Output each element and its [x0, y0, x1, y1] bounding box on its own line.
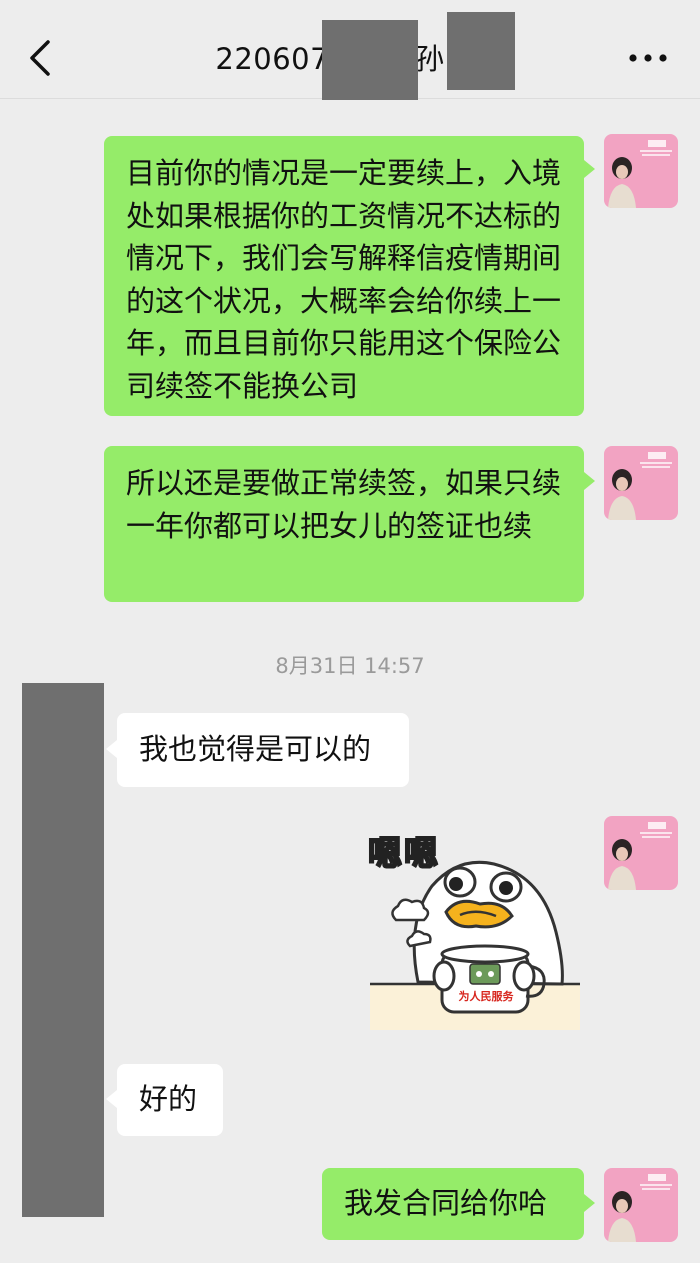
sticker-duck[interactable]: 嗯嗯 为人民服务: [366, 812, 582, 1032]
chat-title-suffix: 孙: [415, 42, 445, 76]
sticker-cup-label: 为人民服务: [458, 990, 514, 1003]
avatar-image: [604, 1168, 678, 1242]
more-dots-icon[interactable]: [626, 46, 670, 70]
message-text: 目前你的情况是一定要续上，入境处如果根据你的工资情况不达标的情况下，我们会写解释…: [126, 156, 562, 403]
sticker-caption: 嗯嗯: [367, 833, 440, 875]
bubble-tail: [106, 1090, 117, 1108]
timestamp: 8月31日 14:57: [275, 654, 425, 678]
message-text: 我发合同给你哈: [344, 1186, 548, 1220]
bubble-tail: [584, 472, 595, 490]
redaction-box: [447, 12, 515, 90]
message-text: 好的: [139, 1082, 198, 1116]
chat-title-text: 220607: [215, 42, 330, 76]
message-bubble-received[interactable]: 我也觉得是可以的: [117, 713, 409, 787]
bubble-tail: [106, 740, 117, 758]
avatar-image: [604, 134, 678, 208]
bubble-tail: [584, 1194, 595, 1212]
message-bubble-sent[interactable]: 目前你的情况是一定要续上，入境处如果根据你的工资情况不达标的情况下，我们会写解释…: [104, 136, 584, 416]
bubble-tail: [584, 160, 595, 178]
message-text: 我也觉得是可以的: [139, 732, 372, 766]
avatar-image: [604, 816, 678, 890]
redaction-box: [22, 683, 104, 1217]
message-bubble-sent[interactable]: 所以还是要做正常续签，如果只续一年你都可以把女儿的签证也续: [104, 446, 584, 602]
avatar[interactable]: [604, 134, 678, 208]
message-text: 所以还是要做正常续签，如果只续一年你都可以把女儿的签证也续: [126, 466, 562, 543]
avatar[interactable]: [604, 816, 678, 890]
message-bubble-sent[interactable]: 我发合同给你哈: [322, 1168, 584, 1240]
message-bubble-received[interactable]: 好的: [117, 1064, 223, 1136]
avatar[interactable]: [604, 446, 678, 520]
avatar-image: [604, 446, 678, 520]
redaction-box: [322, 20, 418, 100]
avatar[interactable]: [604, 1168, 678, 1242]
